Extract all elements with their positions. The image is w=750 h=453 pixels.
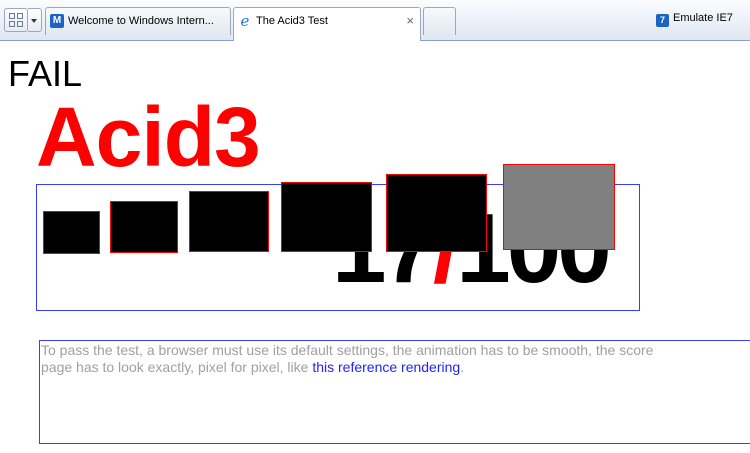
- instructions-line-1: To pass the test, a browser must use its…: [41, 342, 654, 358]
- chevron-down-icon: [31, 19, 37, 23]
- bucket-4: [281, 182, 372, 252]
- tab-acid3-test[interactable]: e The Acid3 Test ×: [233, 7, 421, 41]
- bucket-6: [503, 164, 615, 250]
- reference-rendering-link[interactable]: this reference rendering: [312, 359, 460, 375]
- bucket-1: [43, 211, 100, 254]
- grid-icon: [9, 21, 15, 27]
- grid-icon: [9, 13, 15, 19]
- close-icon[interactable]: ×: [406, 13, 414, 28]
- status-text: FAIL: [8, 53, 83, 94]
- tab-label: The Acid3 Test: [256, 15, 328, 27]
- grid-icon: [17, 21, 23, 27]
- bucket-5: [386, 174, 487, 252]
- bucket-2: [110, 201, 178, 253]
- bucket-3: [189, 191, 269, 252]
- ie7-icon: 7: [656, 14, 669, 27]
- emulate-ie7-button[interactable]: 7 Emulate IE7: [656, 12, 733, 27]
- instructions-text: To pass the test, a browser must use its…: [41, 342, 750, 376]
- page-title: Acid3: [36, 90, 261, 184]
- instructions-line-2: page has to look exactly, pixel for pixe…: [41, 359, 465, 375]
- tab-bar: M Welcome to Windows Intern... e The Aci…: [0, 0, 750, 41]
- grid-icon: [17, 13, 23, 19]
- ie-icon: e: [240, 12, 250, 30]
- emulate-label: Emulate IE7: [673, 12, 733, 24]
- msn-icon: M: [50, 14, 64, 28]
- tab-welcome[interactable]: M Welcome to Windows Intern...: [45, 7, 231, 35]
- tab-label: Welcome to Windows Intern...: [68, 15, 214, 27]
- tab-list-button[interactable]: [28, 8, 42, 32]
- quick-tabs-button[interactable]: [4, 8, 28, 32]
- new-tab-button[interactable]: [423, 7, 456, 35]
